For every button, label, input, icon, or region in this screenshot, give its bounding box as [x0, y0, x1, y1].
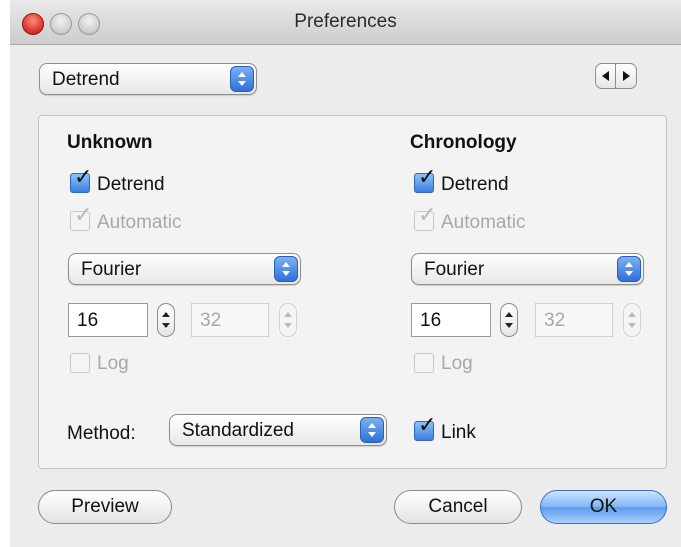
previous-button[interactable] — [595, 63, 616, 89]
preferences-window: Preferences Detrend Unknown ✓ Detrend ✓ … — [10, 0, 681, 547]
category-select-label: Detrend — [52, 69, 120, 90]
chronology-automatic-label: Automatic — [441, 212, 526, 233]
unknown-heading: Unknown — [67, 132, 153, 153]
chevron-updown-icon — [360, 417, 384, 443]
unknown-automatic-checkbox[interactable]: ✓ — [70, 205, 92, 231]
method-label: Method: — [67, 423, 136, 444]
chronology-method-select[interactable]: Fourier — [411, 253, 644, 285]
checkmark-icon: ✓ — [74, 203, 93, 228]
ok-button[interactable]: OK — [540, 490, 667, 524]
unknown-log-label: Log — [97, 353, 129, 374]
chronology-detrend-label: Detrend — [441, 174, 509, 195]
unknown-detrend-checkbox[interactable]: ✓ — [70, 167, 92, 193]
chronology-method-select-label: Fourier — [424, 259, 485, 280]
category-select[interactable]: Detrend — [39, 63, 257, 95]
checkmark-icon: ✓ — [74, 165, 93, 190]
chronology-log-label: Log — [441, 353, 473, 374]
unknown-automatic-label: Automatic — [97, 212, 182, 233]
chevron-updown-icon — [617, 256, 641, 282]
chronology-value2-input[interactable]: 32 — [535, 303, 613, 337]
chronology-automatic-checkbox[interactable]: ✓ — [414, 205, 436, 231]
chronology-value1-stepper[interactable] — [500, 303, 518, 337]
standardization-select[interactable]: Standardized — [169, 414, 387, 446]
checkmark-icon: ✓ — [418, 203, 437, 228]
title-bar: Preferences — [10, 0, 681, 45]
standardization-select-label: Standardized — [182, 420, 294, 441]
unknown-value2-stepper[interactable] — [279, 303, 297, 337]
chronology-value2-stepper[interactable] — [623, 303, 641, 337]
unknown-value2-input[interactable]: 32 — [191, 303, 269, 337]
checkmark-icon: ✓ — [418, 413, 437, 438]
cancel-button[interactable]: Cancel — [394, 490, 522, 524]
unknown-method-select[interactable]: Fourier — [68, 253, 301, 285]
unknown-detrend-label: Detrend — [97, 174, 165, 195]
chronology-detrend-checkbox[interactable]: ✓ — [414, 167, 436, 193]
chronology-log-checkbox[interactable] — [414, 353, 434, 373]
arrow-right-icon — [623, 71, 630, 81]
link-label: Link — [441, 422, 476, 443]
window-title: Preferences — [294, 11, 397, 32]
unknown-value1-stepper[interactable] — [157, 303, 175, 337]
link-checkbox[interactable]: ✓ — [414, 415, 436, 441]
next-button[interactable] — [616, 63, 637, 89]
chevron-updown-icon — [274, 256, 298, 282]
unknown-value1-input[interactable]: 16 — [68, 303, 148, 337]
chevron-updown-icon — [230, 66, 254, 92]
arrow-left-icon — [602, 71, 609, 81]
checkmark-icon: ✓ — [418, 165, 437, 190]
preview-button[interactable]: Preview — [38, 490, 172, 524]
unknown-method-select-label: Fourier — [81, 259, 142, 280]
unknown-log-checkbox[interactable] — [70, 353, 90, 373]
chronology-heading: Chronology — [410, 132, 517, 153]
chronology-value1-input[interactable]: 16 — [411, 303, 491, 337]
